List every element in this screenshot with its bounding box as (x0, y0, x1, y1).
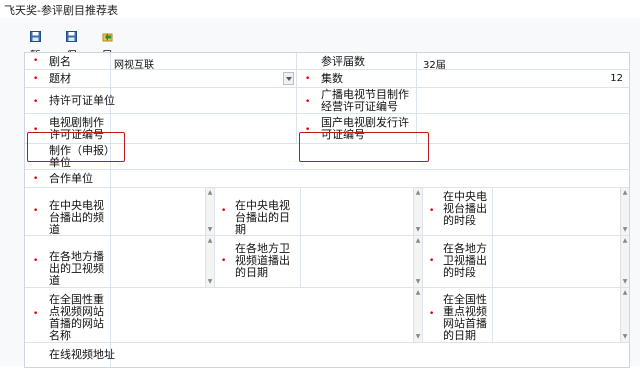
licensee-label: 持许可证单位 (49, 94, 115, 107)
genre-select[interactable] (111, 70, 297, 88)
required-marker: • (33, 256, 39, 266)
episodes-value: 12 (610, 73, 623, 84)
required-marker: • (33, 74, 39, 84)
scrollbar[interactable]: ▲ ▼ (413, 236, 422, 287)
web-name-label: 在全国性重点视频网站首播的网站名称 (49, 293, 104, 342)
local-channel-label-cell: • 在各地方播出的卫视频道 (25, 236, 111, 288)
genre-label-cell: • 题材 (25, 70, 111, 88)
partner-label-cell: • 合作单位 (25, 170, 111, 188)
required-marker: • (33, 309, 39, 319)
form-frame: 暂存 保存 导出 • 剧名 网视互联 参评届数 32届 • 题材 (0, 18, 640, 368)
edition-label-cell: 参评届数 (297, 53, 417, 70)
edition-label: 参评届数 (321, 55, 365, 68)
window-title: 飞天奖-参评剧目推荐表 (4, 4, 118, 17)
local-slot-label-cell: • 在各地方卫视播出的时段 (423, 236, 493, 288)
floppy-icon (66, 30, 77, 42)
scrollbar[interactable]: ▲ ▼ (205, 188, 214, 235)
web-name-textarea[interactable]: ▲ ▼ (111, 288, 423, 343)
scrollbar[interactable]: ▲ ▼ (413, 188, 422, 235)
online-url-label: 在线视频地址 (49, 348, 115, 361)
edition-input[interactable]: 32届 (417, 53, 629, 71)
local-date-label: 在各地方卫视频道播出的日期 (235, 242, 290, 279)
required-marker: • (221, 256, 227, 266)
required-marker: • (33, 125, 39, 135)
producer-label: 制作（申报）单位 (49, 144, 110, 169)
distribution-license-label-cell: • 国产电视剧发行许可证编号 (297, 114, 417, 144)
local-channel-label: 在各地方播出的卫视频道 (49, 250, 104, 287)
cctv-channel-textarea[interactable]: ▲ ▼ (111, 188, 215, 236)
online-url-input[interactable] (111, 343, 629, 367)
partner-input[interactable] (111, 170, 629, 188)
local-slot-textarea[interactable]: ▲ ▼ (493, 236, 629, 288)
required-marker: • (305, 125, 311, 135)
title-value: 网视互联 (114, 60, 154, 71)
export-icon (102, 31, 113, 42)
title-bar: 飞天奖-参评剧目推荐表 (0, 0, 640, 19)
producer-input[interactable] (111, 144, 629, 170)
cctv-channel-label: 在中央电视台播出的频道 (49, 199, 104, 236)
floppy-icon (30, 30, 41, 42)
cctv-channel-label-cell: • 在中央电视台播出的频道 (25, 188, 111, 236)
required-marker: • (429, 309, 435, 319)
cctv-date-label: 在中央电视台播出的日期 (235, 199, 290, 236)
episodes-input[interactable]: 12 (417, 70, 629, 88)
required-marker: • (305, 74, 311, 84)
cctv-slot-label: 在中央电视台播出的时段 (443, 190, 487, 227)
partner-label: 合作单位 (49, 172, 93, 185)
local-slot-label: 在各地方卫视播出的时段 (443, 242, 487, 279)
episodes-label-cell: • 集数 (297, 70, 417, 88)
distribution-license-label: 国产电视剧发行许可证编号 (321, 116, 409, 141)
broadcast-license-label-cell: • 广播电视节目制作经营许可证编号 (297, 88, 417, 114)
web-date-label-cell: • 在全国性重点视频网站首播的日期 (423, 288, 493, 343)
required-marker: • (305, 97, 311, 107)
save-button[interactable]: 保存 (66, 26, 79, 82)
cctv-date-label-cell: • 在中央电视台播出的日期 (215, 188, 301, 236)
production-license-input[interactable] (111, 114, 297, 144)
production-license-label: 电视剧制作许可证编号 (49, 116, 104, 141)
distribution-license-input[interactable] (417, 114, 629, 144)
scrollbar[interactable]: ▲ ▼ (620, 288, 629, 342)
genre-label: 题材 (49, 72, 71, 85)
licensee-input[interactable] (111, 88, 297, 114)
cctv-slot-label-cell: • 在中央电视台播出的时段 (423, 188, 493, 236)
local-date-label-cell: • 在各地方卫视频道播出的日期 (215, 236, 301, 288)
required-marker: • (221, 206, 227, 216)
required-marker: • (33, 56, 39, 66)
required-marker: • (33, 206, 39, 216)
recommendation-form: • 剧名 网视互联 参评届数 32届 • 题材 • 集数 12 • 持许可证单位… (24, 52, 630, 368)
online-url-label-cell: 在线视频地址 (25, 343, 115, 367)
title-label: 剧名 (49, 55, 71, 68)
web-date-label: 在全国性重点视频网站首播的日期 (443, 293, 487, 342)
web-name-label-cell: • 在全国性重点视频网站首播的网站名称 (25, 288, 111, 343)
required-marker: • (429, 256, 435, 266)
required-marker: • (33, 97, 39, 107)
export-button[interactable]: 导出 (102, 26, 115, 82)
chevron-down-icon[interactable] (283, 72, 294, 85)
production-license-label-cell: • 电视剧制作许可证编号 (25, 114, 111, 144)
web-date-textarea[interactable]: ▲ ▼ (493, 288, 629, 343)
scrollbar[interactable]: ▲ ▼ (205, 236, 214, 287)
required-marker: • (429, 206, 435, 216)
broadcast-license-input[interactable] (417, 88, 629, 114)
save-draft-button[interactable]: 暂存 (30, 26, 43, 82)
broadcast-license-label: 广播电视节目制作经营许可证编号 (321, 88, 409, 113)
cctv-slot-textarea[interactable]: ▲ ▼ (493, 188, 629, 236)
edition-value: 32届 (423, 60, 446, 71)
scrollbar[interactable]: ▲ ▼ (620, 236, 629, 287)
scrollbar[interactable]: ▲ ▼ (620, 188, 629, 235)
title-input[interactable]: 网视互联 (111, 53, 297, 71)
episodes-label: 集数 (321, 72, 343, 85)
producer-label-cell: 制作（申报）单位 (25, 144, 111, 170)
local-channel-textarea[interactable]: ▲ ▼ (111, 236, 215, 288)
required-marker: • (33, 174, 39, 184)
title-label-cell: • 剧名 (25, 53, 111, 70)
cctv-date-textarea[interactable]: ▲ ▼ (301, 188, 423, 236)
licensee-label-cell: • 持许可证单位 (25, 88, 115, 114)
local-date-textarea[interactable]: ▲ ▼ (301, 236, 423, 288)
scrollbar[interactable]: ▲ ▼ (413, 288, 422, 342)
